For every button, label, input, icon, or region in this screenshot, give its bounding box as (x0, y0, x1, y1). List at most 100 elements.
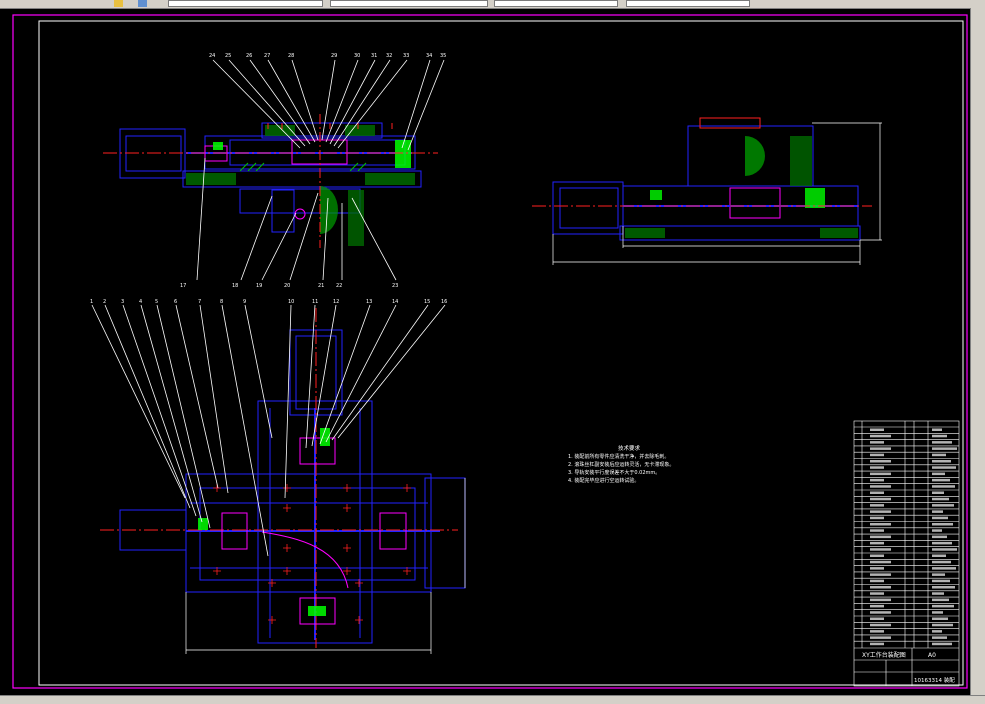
parts-row-spec (932, 466, 956, 469)
parts-row-spec (932, 567, 956, 570)
callout-1: 1 (90, 299, 93, 305)
parts-row-spec (932, 611, 943, 614)
callout-30: 30 (354, 53, 360, 59)
callout-14: 14 (392, 299, 398, 305)
color-dropdown[interactable] (330, 0, 488, 7)
callout-26: 26 (246, 53, 252, 59)
callout-16: 16 (441, 299, 447, 305)
notes-title: 技术要求 (618, 444, 641, 452)
parts-row-spec (932, 630, 942, 633)
parts-row-spec (932, 460, 951, 463)
callout-32: 32 (386, 53, 392, 59)
parts-row-text (870, 472, 891, 476)
parts-row-spec (932, 510, 943, 513)
callout-8: 8 (220, 299, 223, 305)
parts-row-spec (932, 434, 947, 438)
parts-row-spec (932, 548, 957, 551)
parts-row-text (870, 617, 884, 620)
linetype-dropdown[interactable] (494, 0, 618, 7)
note-1: 1. 装配前所有零件应清洗干净，并去除毛刺。 (568, 453, 669, 460)
parts-row-text (870, 453, 884, 457)
parts-row-text (870, 497, 891, 501)
technical-notes: 技术要求 1. 装配前所有零件应清洗干净，并去除毛刺。 2. 滚珠丝杠副安装后应… (568, 444, 674, 484)
callout-22: 22 (336, 283, 342, 289)
cad-drawing-canvas[interactable]: 24 25 26 27 28 29 30 31 32 33 34 35 17 1… (0, 8, 971, 696)
plan-view (100, 308, 466, 654)
parts-row-text (870, 579, 884, 583)
parts-row-spec (932, 579, 950, 583)
callout-24: 24 (209, 53, 215, 59)
parts-row-spec (932, 428, 942, 431)
callout-29: 29 (331, 53, 337, 59)
parts-row-text (870, 642, 884, 646)
layer-properties-icon[interactable] (138, 0, 147, 7)
callout-11: 11 (312, 299, 318, 305)
title-block: XY工作台装配图 A0 10163314 装配 (862, 651, 955, 684)
layer-dropdown[interactable] (168, 0, 323, 7)
parts-row-spec (932, 478, 950, 482)
parts-row-text (870, 516, 884, 520)
callout-31: 31 (371, 53, 377, 59)
callout-17: 17 (180, 283, 186, 289)
parts-row-spec (932, 598, 949, 602)
parts-row-spec (932, 642, 952, 646)
front-section-view (103, 114, 438, 248)
parts-row-text (870, 548, 891, 551)
parts-row-text (870, 604, 884, 608)
callout-15: 15 (424, 299, 430, 305)
parts-row-spec (932, 592, 944, 595)
layer-lightbulb-icon[interactable] (114, 0, 123, 7)
parts-row-text (870, 447, 891, 450)
parts-row-spec (932, 453, 946, 457)
callout-19: 19 (256, 283, 262, 289)
parts-row-text (870, 523, 891, 526)
callout-23: 23 (392, 283, 398, 289)
parts-row-text (870, 529, 884, 532)
parts-row-spec (932, 554, 946, 557)
parts-row-spec (932, 491, 944, 494)
note-4: 4. 装配完毕应进行空运转试验。 (568, 477, 639, 484)
parts-row-text (870, 441, 884, 444)
parts-row-text (870, 573, 891, 576)
parts-row-text (870, 504, 884, 507)
parts-row-spec (932, 504, 954, 507)
parts-row-text (870, 611, 891, 614)
drawing-title: XY工作台装配图 (862, 651, 906, 659)
parts-row-spec (932, 586, 955, 589)
parts-row-text (870, 485, 891, 488)
callout-34: 34 (426, 53, 432, 59)
parts-row-spec (932, 623, 953, 627)
parts-row-text (870, 630, 884, 633)
parts-row-text (870, 560, 891, 564)
lineweight-dropdown[interactable] (626, 0, 750, 7)
callout-5: 5 (155, 299, 158, 305)
callout-20: 20 (284, 283, 290, 289)
parts-row-text (870, 478, 884, 482)
parts-row-spec (932, 541, 952, 545)
parts-row-text (870, 592, 884, 595)
note-2: 2. 滚珠丝杠副安装后应运转灵活，无卡滞现象。 (568, 461, 674, 468)
callout-12: 12 (333, 299, 339, 305)
parts-row-text (870, 460, 891, 463)
side-view (532, 117, 882, 265)
parts-row-spec (932, 604, 954, 608)
parts-row-spec (932, 441, 952, 444)
callout-3: 3 (121, 299, 124, 305)
parts-row-text (870, 428, 884, 431)
parts-row-text (870, 636, 891, 639)
callout-10: 10 (288, 299, 294, 305)
callout-7: 7 (198, 299, 201, 305)
vertical-scrollbar[interactable] (970, 8, 985, 696)
parts-row-spec (932, 636, 947, 639)
parts-row-text (870, 434, 891, 438)
parts-row-text (870, 598, 891, 602)
callout-35: 35 (440, 53, 446, 59)
status-strip (0, 695, 985, 704)
callout-28: 28 (288, 53, 294, 59)
parts-row-text (870, 541, 884, 545)
callout-9: 9 (243, 299, 246, 305)
parts-row-text (870, 623, 891, 627)
parts-row-spec (932, 617, 948, 620)
parts-row-spec (932, 516, 948, 520)
callout-13: 13 (366, 299, 372, 305)
